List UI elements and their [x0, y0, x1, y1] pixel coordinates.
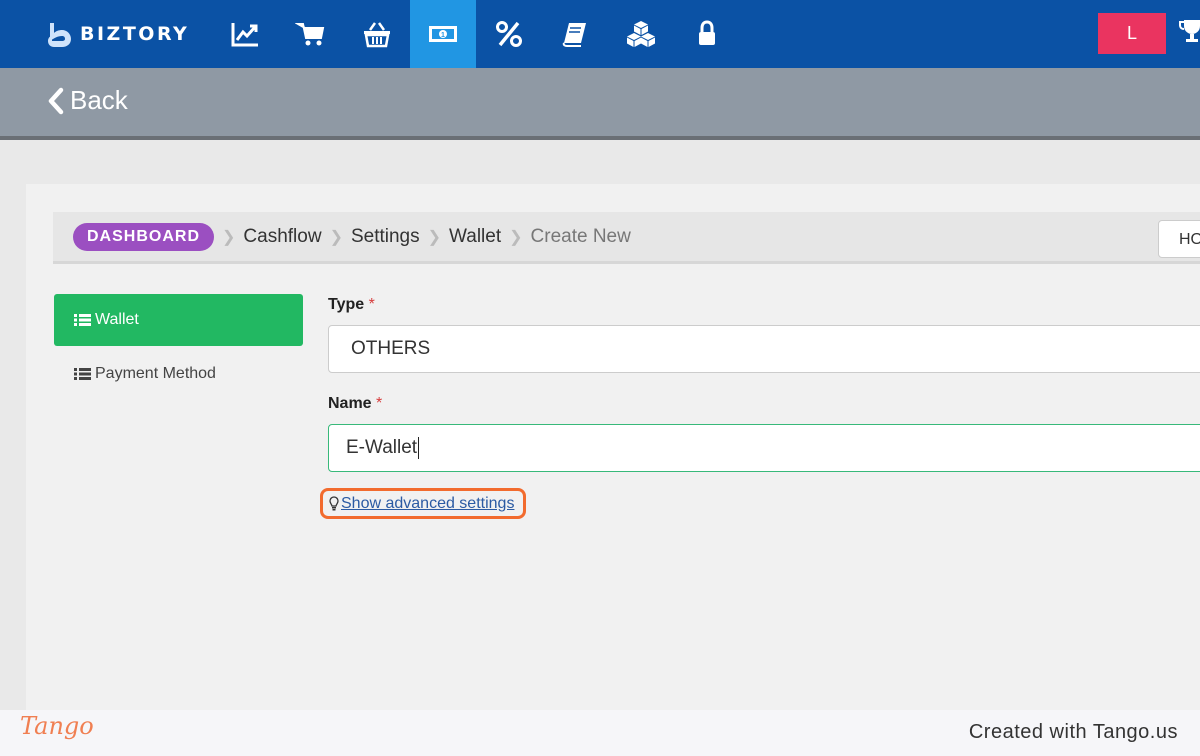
- brand-name: BIZTORY: [80, 23, 190, 45]
- required-marker: *: [368, 296, 375, 313]
- top-navbar: BIZTORY 1 L: [0, 0, 1200, 68]
- back-label: Back: [70, 85, 128, 115]
- name-label: Name *: [328, 395, 382, 413]
- brand[interactable]: BIZTORY: [44, 18, 189, 50]
- sidebar-item-wallet[interactable]: Wallet: [54, 294, 303, 346]
- breadcrumb-create-new: Create New: [530, 225, 631, 247]
- money-icon[interactable]: 1: [410, 0, 476, 68]
- tango-logo: Tango: [20, 712, 94, 740]
- show-advanced-settings-link[interactable]: Show advanced settings: [329, 495, 514, 513]
- breadcrumb-settings[interactable]: Settings: [351, 226, 420, 248]
- type-select[interactable]: OTHERS: [328, 325, 1200, 373]
- sidebar-item-payment-method[interactable]: Payment Method: [54, 349, 303, 399]
- created-with-text: Created with Tango.us: [968, 721, 1178, 743]
- type-label-text: Type: [328, 296, 365, 313]
- type-value: OTHERS: [351, 338, 431, 359]
- percent-icon[interactable]: [476, 0, 542, 68]
- name-value: E-Wallet: [346, 437, 418, 458]
- breadcrumb-wallet[interactable]: Wallet: [449, 226, 501, 248]
- type-label: Type *: [328, 296, 375, 314]
- book-icon[interactable]: [542, 0, 608, 68]
- lightbulb-icon: [329, 495, 339, 510]
- sidebar-item-label: Wallet: [95, 311, 139, 328]
- list-icon: [74, 368, 91, 380]
- text-caret: [418, 437, 420, 459]
- breadcrumb-right-button[interactable]: HO: [1158, 220, 1200, 258]
- back-bar: Back: [0, 68, 1200, 140]
- user-menu-button[interactable]: L: [1098, 13, 1166, 54]
- chart-line-icon[interactable]: [212, 0, 278, 68]
- trophy-icon[interactable]: [1178, 14, 1200, 48]
- chevron-right-icon: ❯: [222, 228, 236, 246]
- lock-icon[interactable]: [674, 0, 740, 68]
- breadcrumb: DASHBOARD ❯ Cashflow ❯ Settings ❯ Wallet…: [53, 212, 1200, 264]
- chevron-right-icon: ❯: [509, 228, 523, 246]
- required-marker: *: [376, 395, 383, 412]
- back-button[interactable]: Back: [46, 85, 128, 116]
- chevron-right-icon: ❯: [329, 228, 343, 246]
- cubes-icon[interactable]: [608, 0, 674, 68]
- chevron-right-icon: ❯: [427, 228, 442, 246]
- biztory-logo-icon: [48, 23, 71, 47]
- name-label-text: Name: [328, 395, 372, 412]
- sidebar-item-label: Payment Method: [95, 365, 216, 382]
- chevron-left-icon: [48, 87, 64, 114]
- list-icon: [74, 314, 91, 326]
- name-input[interactable]: E-Wallet: [328, 424, 1200, 472]
- basket-icon[interactable]: [344, 0, 410, 68]
- cart-icon[interactable]: [278, 0, 344, 68]
- advanced-link-text: Show advanced settings: [341, 494, 515, 512]
- svg-text:1: 1: [441, 32, 445, 39]
- breadcrumb-cashflow[interactable]: Cashflow: [243, 226, 321, 248]
- breadcrumb-dashboard[interactable]: DASHBOARD: [73, 222, 214, 251]
- advanced-settings-highlight: Show advanced settings: [320, 488, 526, 519]
